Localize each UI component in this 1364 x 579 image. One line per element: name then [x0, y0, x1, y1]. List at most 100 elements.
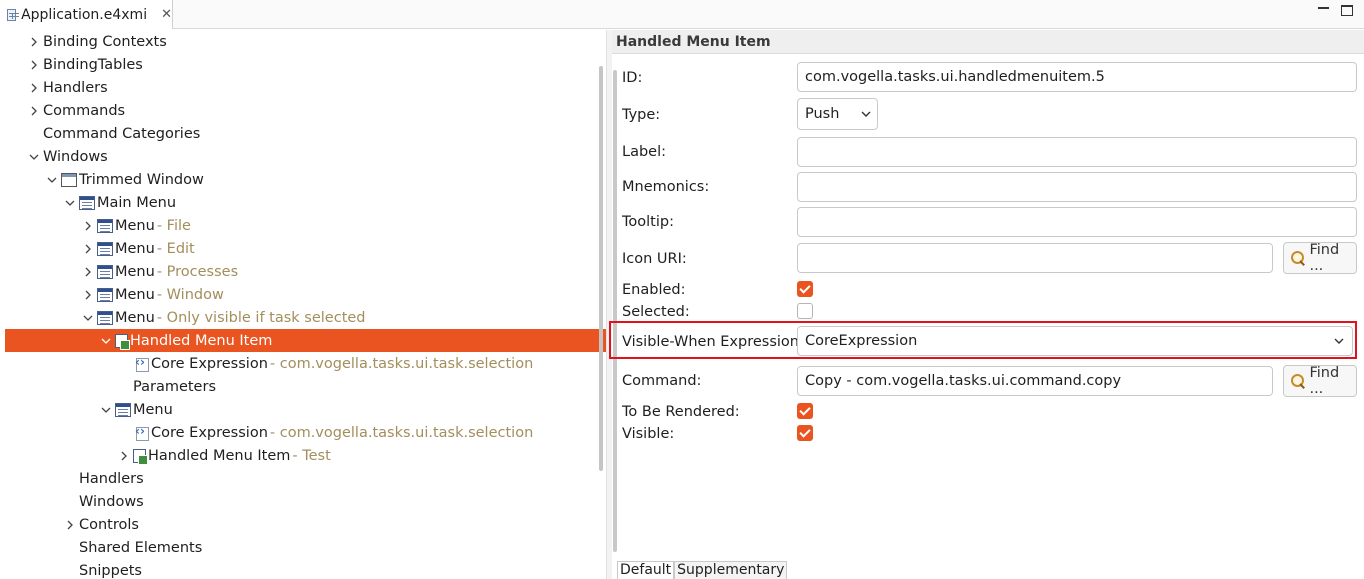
chevron-right-icon[interactable]: [79, 237, 97, 260]
tree-item[interactable]: Controls: [5, 513, 606, 536]
editor-tab-label: Application.e4xmi: [21, 6, 148, 23]
visible-checkbox[interactable]: [797, 425, 813, 441]
tree-item[interactable]: Windows: [5, 145, 606, 168]
chevron-right-icon[interactable]: [25, 53, 43, 76]
tree-item[interactable]: Menu - Processes: [5, 260, 606, 283]
tree-item[interactable]: Trimmed Window: [5, 168, 606, 191]
chevron-down-icon[interactable]: [61, 191, 79, 214]
tree-item-label: BindingTables: [43, 56, 143, 73]
tree-item[interactable]: Core Expression- com.vogella.tasks.ui.ta…: [5, 421, 606, 444]
menu-icon: [97, 218, 113, 233]
id-value: com.vogella.tasks.ui.handledmenuitem.5: [805, 69, 1105, 85]
tree-item-label: Menu: [115, 263, 155, 280]
editor-tab-bar: Application.e4xmi ✕: [0, 0, 1364, 29]
chevron-right-icon[interactable]: [79, 214, 97, 237]
core-expression-icon: [133, 355, 149, 372]
search-icon: [1290, 250, 1305, 266]
mnemonics-field[interactable]: [797, 172, 1357, 202]
tree-item-label: Core Expression: [151, 355, 268, 372]
chevron-right-icon[interactable]: [25, 99, 43, 122]
tree-item[interactable]: Menu - Window: [5, 283, 606, 306]
tree-item[interactable]: Menu - File: [5, 214, 606, 237]
to-be-rendered-checkbox[interactable]: [797, 403, 813, 419]
tree-item[interactable]: Windows: [5, 490, 606, 513]
enabled-label: Enabled:: [622, 282, 686, 298]
window-icon: [61, 172, 77, 187]
label-label: Label:: [622, 144, 667, 160]
icon-uri-label: Icon URI:: [622, 251, 687, 267]
maximize-icon[interactable]: [1341, 5, 1353, 16]
tree-item[interactable]: BindingTables: [5, 53, 606, 76]
editor-tab-application-e4xmi[interactable]: Application.e4xmi ✕: [0, 0, 173, 29]
command-field[interactable]: Copy - com.vogella.tasks.ui.command.copy: [797, 366, 1273, 396]
command-label: Command:: [622, 373, 702, 389]
tree-item[interactable]: Handled Menu Item: [5, 329, 606, 352]
tree-item[interactable]: Commands: [5, 99, 606, 122]
id-field[interactable]: com.vogella.tasks.ui.handledmenuitem.5: [797, 62, 1357, 92]
menu-icon: [97, 241, 113, 256]
chevron-down-icon: [1334, 338, 1344, 344]
tree-item-label: Snippets: [79, 562, 142, 579]
core-expression-icon: [133, 424, 149, 441]
visible-when-select[interactable]: CoreExpression: [797, 326, 1353, 356]
chevron-down-icon[interactable]: [25, 145, 43, 168]
command-find-button[interactable]: Find ...: [1283, 365, 1357, 397]
tree-item[interactable]: Command Categories: [5, 122, 606, 145]
tree-item-label: Handled Menu Item: [148, 447, 291, 464]
chevron-down-icon[interactable]: [97, 398, 115, 421]
tab-supplementary[interactable]: Supplementary: [674, 561, 788, 579]
tree-item-label: Core Expression: [151, 424, 268, 441]
chevron-down-icon[interactable]: [79, 306, 97, 329]
tree-item[interactable]: Handlers: [5, 467, 606, 490]
properties-bottom-tabs: Default Supplementary: [617, 561, 788, 579]
chevron-right-icon[interactable]: [79, 260, 97, 283]
tooltip-field[interactable]: [797, 207, 1357, 237]
model-tree[interactable]: Binding Contexts BindingTables Handlers Com…: [5, 30, 606, 579]
icon-find-button[interactable]: Find ...: [1283, 242, 1357, 274]
type-select[interactable]: Push: [797, 98, 878, 130]
tree-item-label: Trimmed Window: [79, 171, 204, 188]
tree-item-label: Binding Contexts: [43, 33, 167, 50]
type-label: Type:: [622, 107, 661, 123]
visible-label: Visible:: [622, 426, 675, 442]
chevron-down-icon[interactable]: [43, 168, 61, 191]
tab-default[interactable]: Default: [617, 561, 675, 579]
tree-item-label: Handlers: [43, 79, 108, 96]
chevron-right-icon[interactable]: [79, 283, 97, 306]
tree-item[interactable]: Handlers: [5, 76, 606, 99]
label-field[interactable]: [797, 137, 1357, 167]
tree-item[interactable]: Parameters: [5, 375, 606, 398]
icon-uri-field[interactable]: [797, 243, 1273, 273]
tree-item[interactable]: Menu: [5, 398, 606, 421]
mnemonics-label: Mnemonics:: [622, 179, 710, 195]
selected-checkbox[interactable]: [797, 303, 813, 319]
enabled-checkbox[interactable]: [797, 281, 813, 297]
tree-item-label: Controls: [79, 516, 139, 533]
tree-item[interactable]: Menu - Only visible if task selected: [5, 306, 606, 329]
tree-item[interactable]: Core Expression- com.vogella.tasks.ui.ta…: [5, 352, 606, 375]
tree-item[interactable]: Handled Menu Item - Test: [5, 444, 606, 467]
chevron-right-icon[interactable]: [115, 444, 133, 467]
chevron-down-icon[interactable]: [97, 329, 115, 352]
chevron-right-icon[interactable]: [61, 513, 79, 536]
tree-item[interactable]: Binding Contexts: [5, 30, 606, 53]
tree-item-detail: - com.vogella.tasks.ui.task.selection: [269, 424, 534, 441]
close-tab-icon[interactable]: ✕: [161, 7, 172, 22]
chevron-right-icon[interactable]: [25, 30, 43, 53]
chevron-right-icon[interactable]: [25, 76, 43, 99]
minimize-icon[interactable]: [1318, 5, 1330, 9]
tree-item[interactable]: Main Menu: [5, 191, 606, 214]
to-be-rendered-label: To Be Rendered:: [622, 404, 740, 420]
tooltip-label: Tooltip:: [622, 214, 674, 230]
menu-icon: [79, 195, 95, 210]
tree-item[interactable]: Shared Elements: [5, 536, 606, 559]
tree-item[interactable]: Menu - Edit: [5, 237, 606, 260]
tree-item[interactable]: Snippets: [5, 559, 606, 579]
properties-scrollbar[interactable]: [613, 70, 617, 552]
tree-item-label: Shared Elements: [79, 539, 203, 556]
tree-scrollbar[interactable]: [599, 66, 603, 471]
